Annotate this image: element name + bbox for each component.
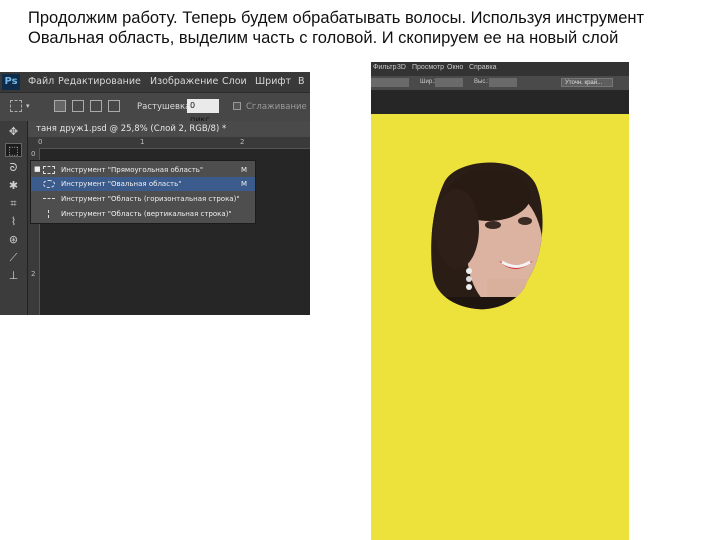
flyout-item-single-column-marquee[interactable]: Инструмент "Область (вертикальная строка…: [31, 207, 255, 221]
eyedropper-icon[interactable]: ⌇: [5, 215, 22, 229]
marquee-preset-icon[interactable]: [10, 100, 22, 112]
marquee-tool-flyout: ■ Инструмент "Прямоугольная область" M И…: [30, 160, 256, 224]
flyout-item-elliptical-marquee[interactable]: Инструмент "Овальная область" M: [31, 177, 255, 191]
stamp-icon[interactable]: ⊥: [5, 269, 22, 283]
menu-bar: Ps Файл Редактирование Изображение Слои …: [0, 72, 310, 92]
menu-window[interactable]: Окно: [447, 64, 463, 71]
new-selection-icon[interactable]: [54, 100, 66, 112]
horizontal-ruler: 0 1 2: [28, 137, 310, 149]
refine-edge-button[interactable]: Уточн. край...: [561, 78, 613, 87]
healing-icon[interactable]: ⊛: [5, 233, 22, 247]
menu-type[interactable]: Шрифт: [255, 76, 291, 87]
options-bar: ▾ Растушевка: 0 пикс. Сглаживание: [0, 92, 310, 124]
options-bar: Шир.: Выс.: Уточн. край...: [371, 76, 629, 90]
menu-layers[interactable]: Слои: [222, 76, 247, 87]
ruler-tick-label: 2: [31, 270, 36, 278]
photoshop-window: Ps Файл Редактирование Изображение Слои …: [0, 72, 310, 315]
tools-panel: ✥ ⬚ ᘐ ✱ ⌗ ⌇ ⊛ ⟋ ⊥: [0, 121, 28, 315]
photoshop-logo-icon: Ps: [2, 74, 20, 90]
document-tab[interactable]: таня друж1.psd @ 25,8% (Слой 2, RGB/8) *: [28, 121, 310, 137]
height-input[interactable]: [489, 78, 517, 87]
flyout-item-label: Инструмент "Прямоугольная область": [61, 166, 204, 174]
height-label: Выс.:: [474, 79, 489, 85]
ruler-tick-label: 2: [240, 138, 245, 146]
magic-wand-icon[interactable]: ✱: [5, 179, 22, 193]
flyout-item-shortcut: M: [241, 180, 248, 188]
head-cutout: [431, 162, 543, 310]
menu-help[interactable]: Справка: [469, 64, 496, 71]
antialias-checkbox[interactable]: [233, 102, 241, 110]
add-selection-icon[interactable]: [72, 100, 84, 112]
flyout-item-single-row-marquee[interactable]: Инструмент "Область (горизонтальная стро…: [31, 192, 255, 206]
intersect-selection-icon[interactable]: [108, 100, 120, 112]
caption-text: Продолжим работу. Теперь будем обрабатыв…: [28, 9, 645, 47]
ruler-tick-label: 0: [31, 150, 36, 158]
lasso-icon[interactable]: ᘐ: [5, 161, 22, 175]
rect-marquee-icon: [43, 166, 55, 174]
feather-label: Растушевка:: [137, 102, 194, 112]
current-tool-bullet-icon: ■: [34, 165, 41, 173]
ruler-tick-label: 1: [140, 138, 145, 146]
ruler-tick-label: 0: [38, 138, 43, 146]
feather-input[interactable]: 0 пикс.: [187, 99, 219, 124]
menu-filter[interactable]: Фильтр: [373, 64, 397, 71]
tab-bar: [371, 90, 629, 114]
flyout-item-label: Инструмент "Область (вертикальная строка…: [61, 210, 232, 218]
style-select[interactable]: [371, 78, 409, 87]
flyout-item-shortcut: M: [241, 166, 248, 174]
flyout-item-label: Инструмент "Овальная область": [61, 180, 182, 188]
menu-select[interactable]: В: [298, 76, 305, 87]
elliptical-marquee-icon: [43, 180, 55, 188]
chevron-down-icon[interactable]: ▾: [26, 102, 30, 110]
antialias-label: Сглаживание: [246, 102, 307, 112]
menu-3d[interactable]: 3D: [397, 64, 406, 71]
subtract-selection-icon[interactable]: [90, 100, 102, 112]
marquee-icon[interactable]: ⬚: [5, 143, 22, 157]
single-column-marquee-icon: [48, 210, 50, 218]
flyout-item-rect-marquee[interactable]: ■ Инструмент "Прямоугольная область" M: [31, 163, 255, 177]
portrait-image: [431, 162, 543, 310]
menu-image[interactable]: Изображение: [150, 76, 218, 87]
single-row-marquee-icon: [43, 198, 55, 200]
menu-edit[interactable]: Редактирование: [58, 76, 141, 87]
canvas-screenshot: Фильтр 3D Просмотр Окно Справка Шир.: Вы…: [371, 62, 629, 540]
menu-file[interactable]: Файл: [28, 76, 54, 87]
menu-view[interactable]: Просмотр: [412, 64, 444, 71]
menu-bar: Фильтр 3D Просмотр Окно Справка: [371, 62, 629, 76]
width-label: Шир.:: [420, 79, 436, 85]
brush-icon[interactable]: ⟋: [5, 251, 22, 265]
move-icon[interactable]: ✥: [5, 125, 22, 139]
flyout-item-label: Инструмент "Область (горизонтальная стро…: [61, 195, 240, 203]
width-input[interactable]: [435, 78, 463, 87]
crop-icon[interactable]: ⌗: [5, 197, 22, 211]
document-tab-title: таня друж1.psd @ 25,8% (Слой 2, RGB/8) *: [36, 124, 227, 134]
